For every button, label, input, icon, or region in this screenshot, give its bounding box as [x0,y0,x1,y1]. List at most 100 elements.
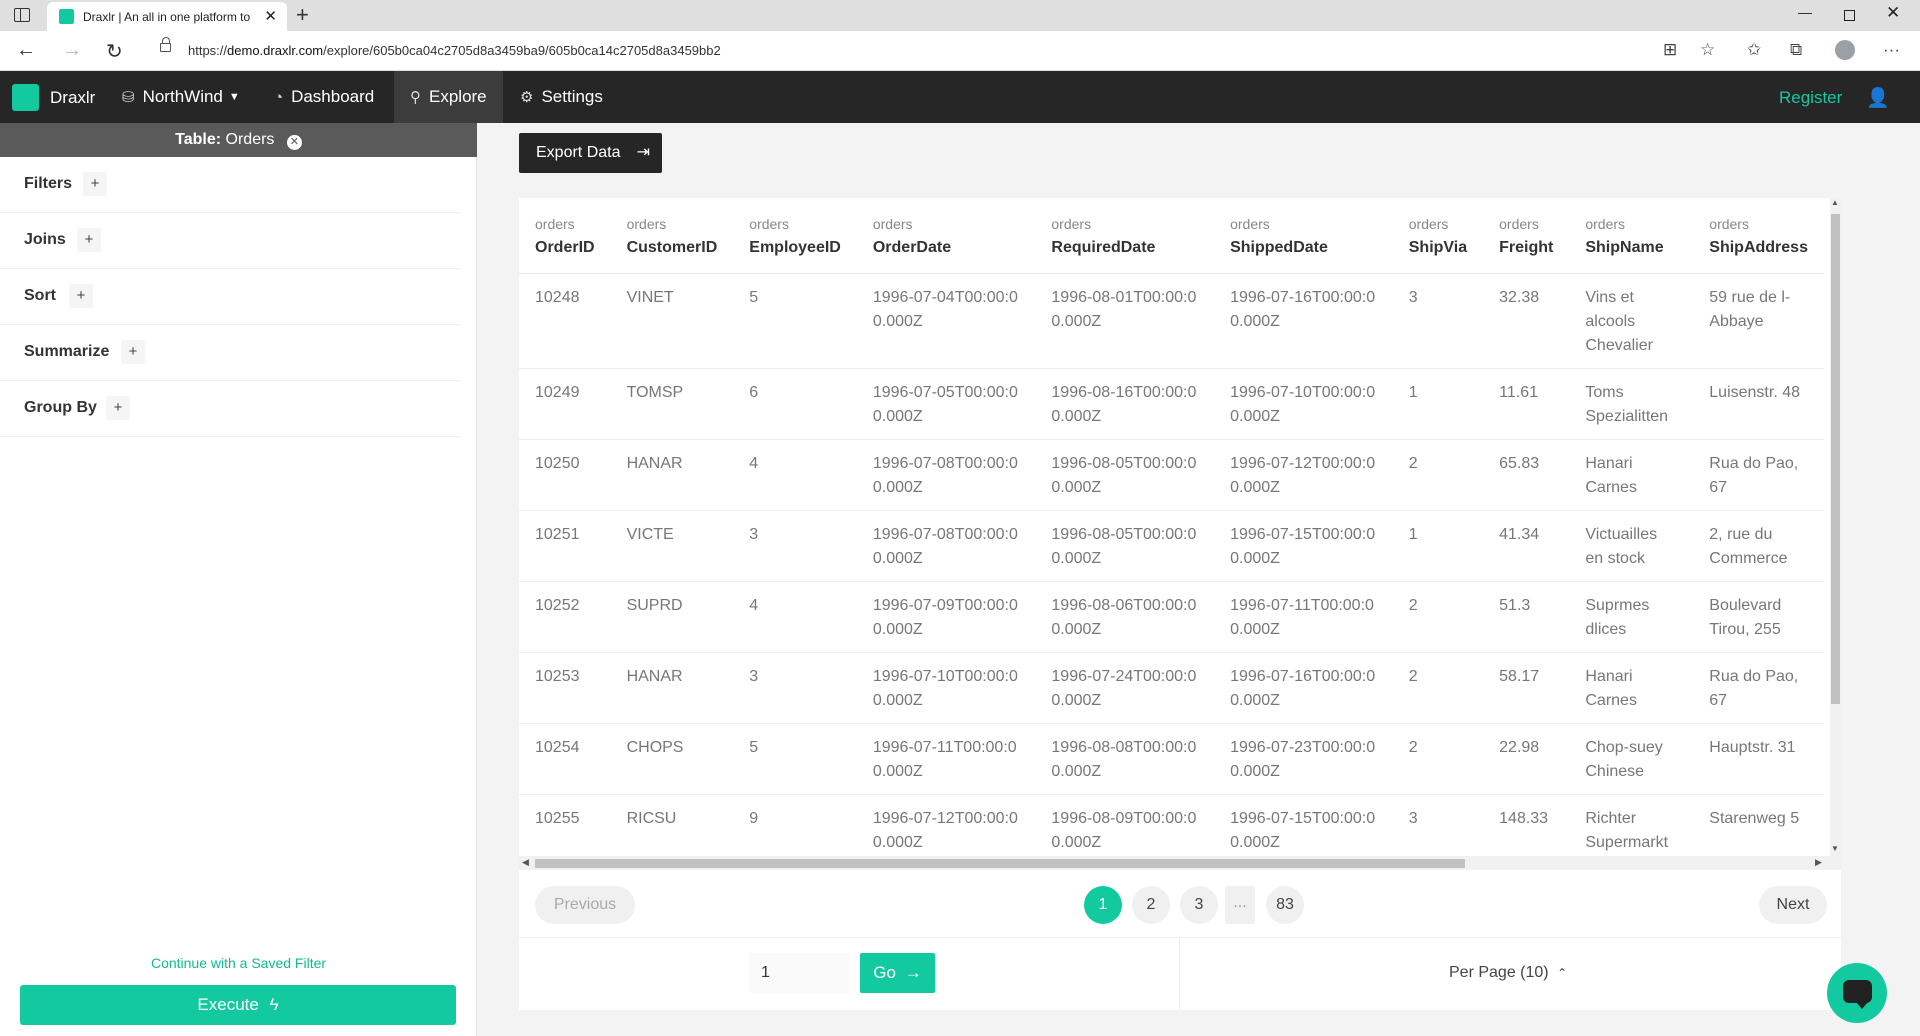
execute-button[interactable]: Execute ϟ [20,985,456,1025]
register-link[interactable]: Register [1779,88,1842,108]
scroll-down-icon[interactable]: ▼ [1831,844,1839,853]
sort-section: Sort + [0,269,460,325]
table-cell: HANAR [610,439,734,511]
table-cell: 1996-07-12T00:00:00.000Z [1214,439,1393,511]
table-row[interactable]: 10248 VINET 5 1996-07-04T00:00:00.000Z 1996-… [519,273,1824,369]
column-header[interactable]: orders OrderDate [856,198,1036,274]
table-cell: 1996-07-05T00:00:00.000Z [856,368,1036,440]
column-header[interactable]: orders ShipAddress [1693,198,1824,274]
column-header[interactable]: orders ShipName [1569,198,1694,274]
back-arrow-icon[interactable]: ← [16,39,36,62]
horizontal-scroll-thumb[interactable] [535,859,1465,868]
table-cell: TOMSP [610,368,734,440]
lock-icon[interactable] [160,37,171,52]
next-button[interactable]: Next [1759,886,1827,924]
brand-name[interactable]: Draxlr [50,88,95,108]
table-cell: 5 [733,723,857,795]
saved-filter-link[interactable]: Continue with a Saved Filter [0,955,477,971]
vertical-scroll-thumb[interactable] [1831,214,1840,704]
page-button-last[interactable]: 83 [1266,886,1304,924]
maximize-icon[interactable] [1844,10,1855,21]
column-name: OrderDate [872,239,952,256]
page-button-2[interactable]: 2 [1132,886,1170,924]
minimize-icon[interactable]: — [1798,4,1812,20]
column-header[interactable]: orders CustomerID [610,198,734,274]
table-cell: 2 [1392,652,1484,724]
page-button-3[interactable]: 3 [1180,886,1218,924]
per-page-selector[interactable]: Per Page (10) ⌃ [1449,964,1567,982]
table-cell: 1996-07-15T00:00:00.000Z [1214,510,1393,582]
add-join-button[interactable]: + [77,228,101,252]
horizontal-scrollbar[interactable]: ◀ ▶ [519,856,1830,870]
table-row[interactable]: 10251 VICTE 3 1996-07-08T00:00:00.000Z 1996-… [519,510,1824,582]
clear-table-icon[interactable]: ✕ [286,135,302,150]
table-cell: 11.61 [1483,368,1570,440]
results-table-viewport[interactable]: orders OrderID orders CustomerID orders Emp… [519,198,1824,856]
chat-widget-button[interactable] [1827,963,1887,1023]
table-row[interactable]: 10249 TOMSP 6 1996-07-05T00:00:00.000Z 1996-… [519,368,1824,440]
table-row[interactable]: 10250 HANAR 4 1996-07-08T00:00:00.000Z 1996-… [519,439,1824,511]
table-row[interactable]: 10253 HANAR 3 1996-07-10T00:00:00.000Z 1996-… [519,652,1824,724]
page-scrollbar[interactable] [1906,123,1920,1036]
url-prefix: https:// [188,43,228,58]
nav-explore-label: Explore [429,87,487,106]
column-table: orders [1230,216,1270,232]
column-header[interactable]: orders RequiredDate [1035,198,1215,274]
table-cell: 10250 [519,439,611,511]
add-favorite-icon[interactable]: ☆ [1700,40,1715,60]
tab-actions-icon[interactable] [14,8,30,22]
nav-dashboard[interactable]: ◔ Dashboard [258,71,390,123]
browser-tab-bar: Draxlr | An all in one platform to ✕ + —… [0,0,1920,31]
add-sort-button[interactable]: + [69,284,93,308]
window-close-icon[interactable]: ✕ [1886,3,1900,23]
user-plus-icon[interactable]: 👤 [1866,86,1890,110]
browser-tab[interactable]: Draxlr | An all in one platform to ✕ [47,2,287,31]
database-selector[interactable]: ⛁ NorthWind ▼ [106,71,256,123]
joins-label: Joins [24,231,66,248]
column-header[interactable]: orders OrderID [519,198,611,274]
column-header[interactable]: orders ShippedDate [1214,198,1393,274]
draxlr-favicon-icon [59,9,74,24]
table-cell: 10249 [519,368,611,440]
reader-view-icon[interactable]: ⊞ [1663,40,1677,60]
column-header[interactable]: orders EmployeeID [733,198,857,274]
forward-arrow-icon[interactable]: → [62,39,82,62]
draxlr-logo-icon[interactable] [12,84,39,111]
page-button-1[interactable]: 1 [1084,886,1122,924]
add-summarize-button[interactable]: + [121,340,145,364]
table-row[interactable]: 10255 RICSU 9 1996-07-12T00:00:00.000Z 1996-… [519,794,1824,856]
column-header[interactable]: orders ShipVia [1392,198,1484,274]
tab-close-icon[interactable]: ✕ [264,7,277,25]
table-prefix: Table: [175,131,222,148]
scroll-up-icon[interactable]: ▲ [1831,198,1839,207]
vertical-scrollbar[interactable]: ▲ ▼ [1830,198,1841,870]
add-filter-button[interactable]: + [83,172,107,196]
previous-button[interactable]: Previous [535,886,635,924]
scroll-left-icon[interactable]: ◀ [522,857,529,868]
column-table: orders [1051,216,1092,232]
column-table: orders [626,216,667,232]
nav-explore[interactable]: ⚲ Explore [394,71,503,123]
reload-icon[interactable]: ↻ [106,39,123,64]
nav-settings[interactable]: ⚙ Settings [504,71,619,123]
add-group-by-button[interactable]: + [106,396,130,420]
url-field[interactable]: https://demo.draxlr.com/explore/605b0ca0… [188,43,721,58]
table-cell: 2 [1392,439,1484,511]
table-cell: 32.38 [1483,273,1570,369]
new-tab-icon[interactable]: + [296,2,309,28]
collections-icon[interactable]: ⧉ [1790,40,1802,60]
group-by-section: Group By + [0,381,460,437]
export-data-button[interactable]: Export Data ⇥ [519,133,662,173]
column-table: orders [872,216,913,232]
table-cell: 1996-07-09T00:00:00.000Z [856,581,1036,653]
favorites-icon[interactable]: ✩ [1747,40,1761,60]
table-row[interactable]: 10254 CHOPS 5 1996-07-11T00:00:00.000Z 1996-… [519,723,1824,795]
column-header[interactable]: orders Freight [1483,198,1570,274]
table-cell: 1996-07-10T00:00:00.000Z [1214,368,1393,440]
go-button[interactable]: Go → [860,953,935,993]
table-row[interactable]: 10252 SUPRD 4 1996-07-09T00:00:00.000Z 1996-… [519,581,1824,653]
scroll-right-icon[interactable]: ▶ [1815,857,1822,868]
profile-avatar-icon[interactable] [1835,40,1855,60]
page-number-input[interactable] [749,953,849,993]
more-options-icon[interactable]: ··· [1883,40,1900,60]
